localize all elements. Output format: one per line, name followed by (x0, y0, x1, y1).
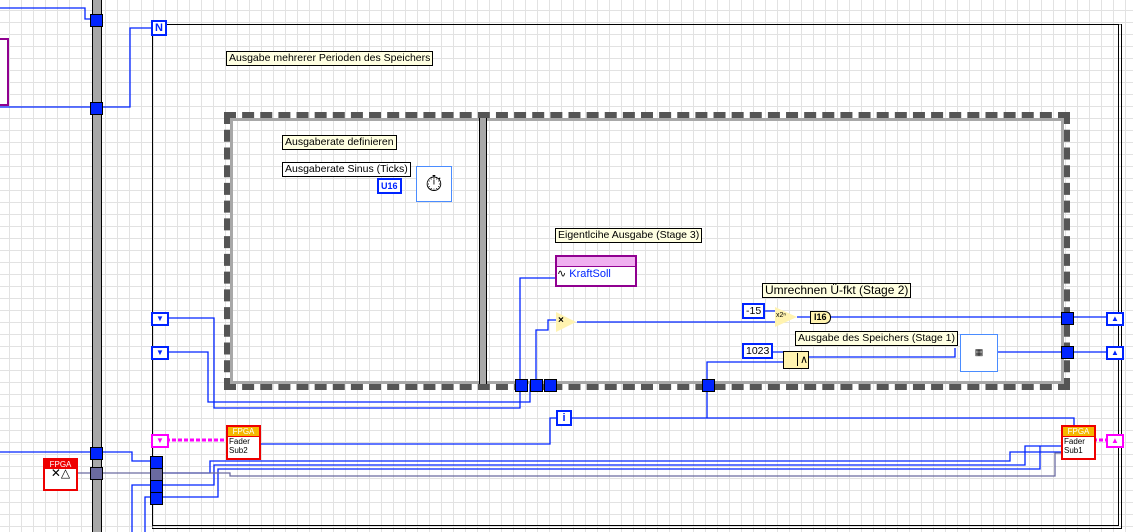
tunnel (90, 447, 103, 460)
tunnel (150, 492, 163, 505)
multiply-symbol: × (558, 315, 564, 326)
tunnel (90, 102, 103, 115)
minus15-constant[interactable]: -15 (742, 303, 766, 319)
stage3-comment: Eigentlcihe Ausgabe (Stage 3) (555, 228, 703, 243)
kraftsoll-node[interactable]: ∿ KraftSoll (555, 255, 637, 287)
shift-register-right-2[interactable]: ▲ (1106, 346, 1124, 360)
fpga-icon: ✕△ (50, 466, 71, 480)
fader-sub1-node[interactable]: FPGA Fader Sub1 (1061, 425, 1096, 460)
stage2-comment: Umrechnen Ü-fkt (Stage 2) (762, 283, 912, 298)
tunnel (544, 379, 557, 392)
cluster-shift-register-left[interactable]: ▼ (151, 434, 169, 448)
shift-register-left-2[interactable]: ▼ (151, 346, 169, 360)
shift-register-right-1[interactable]: ▲ (1106, 312, 1124, 326)
wire (131, 484, 150, 532)
flat-sequence (224, 112, 1070, 390)
tunnel (702, 379, 715, 392)
rate-label: Ausgaberate Sinus (Ticks) (282, 162, 411, 177)
waveform-icon: ∿ (557, 268, 570, 280)
sequence-divider (479, 118, 487, 384)
tunnel (90, 467, 103, 480)
tunnel (1061, 312, 1074, 325)
memory-read-icon[interactable]: ▦ (960, 334, 998, 372)
tunnel (515, 379, 528, 392)
u16-constant[interactable]: U16 (377, 178, 402, 194)
stage1-comment: Ausgabe des Speichers (Stage 1) (795, 331, 959, 346)
tunnel (1061, 346, 1074, 359)
tunnel (90, 14, 103, 27)
frame1-comment: Ausgaberate definieren (282, 135, 397, 150)
loop-count-terminal[interactable]: N (151, 20, 167, 36)
scale-symbol: x2ⁿ (776, 312, 786, 319)
fpga-node-left[interactable]: FPGA ✕△ (43, 458, 78, 491)
i16-conversion[interactable]: I16 (810, 311, 831, 324)
iteration-terminal[interactable]: i (556, 410, 572, 426)
fader-sub2-node[interactable]: FPGA Fader Sub2 (226, 425, 261, 460)
and-node[interactable]: ∧ (783, 351, 809, 369)
c1023-constant[interactable]: 1023 (742, 343, 774, 359)
cluster-node (0, 38, 9, 106)
cluster-shift-register-right[interactable]: ▲ (1106, 434, 1124, 448)
shift-register-left-1[interactable]: ▼ (151, 312, 169, 326)
wire (0, 7, 96, 20)
wire (0, 27, 152, 108)
tunnel (530, 379, 543, 392)
loop-timer-icon[interactable]: ⏱ (416, 166, 452, 202)
loop-comment: Ausgabe mehrerer Perioden des Speichers (226, 51, 434, 66)
